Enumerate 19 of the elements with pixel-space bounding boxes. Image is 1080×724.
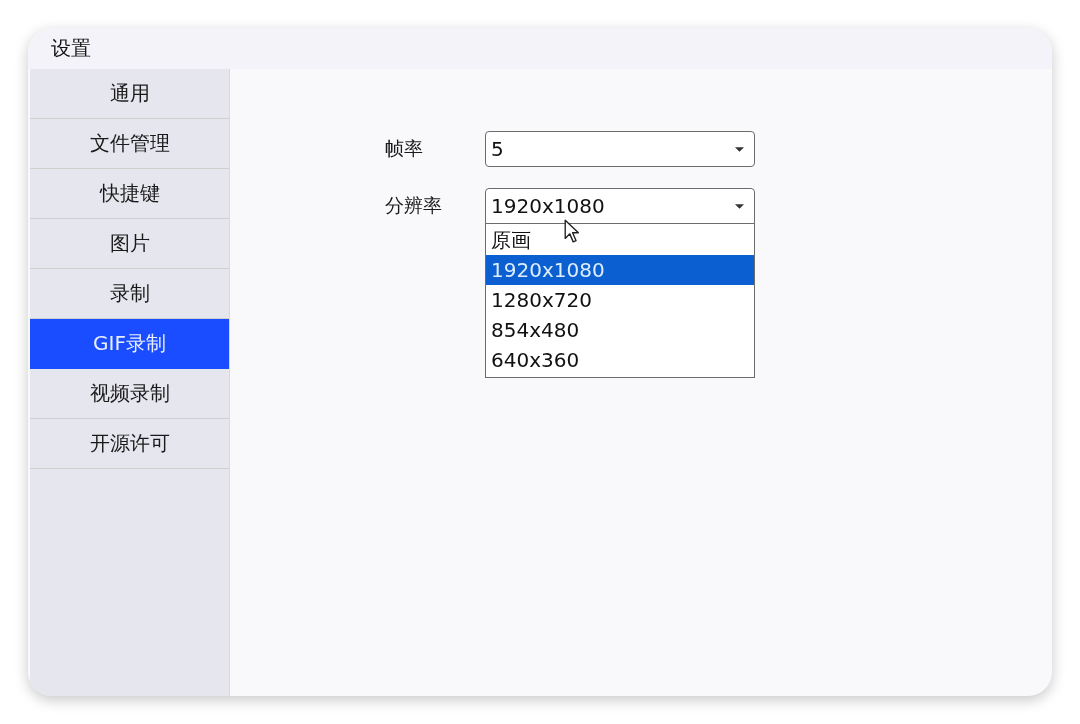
field-label: 帧率 bbox=[385, 136, 424, 161]
sidebar-item[interactable]: 开源许可 bbox=[30, 419, 229, 469]
dropdown-option[interactable]: 1920x1080 bbox=[486, 255, 754, 285]
sidebar-item[interactable]: 快捷键 bbox=[30, 169, 229, 219]
window-title: 设置 bbox=[51, 35, 91, 62]
sidebar-item[interactable]: 视频录制 bbox=[30, 369, 229, 419]
dropdown-option[interactable]: 1280x720 bbox=[486, 285, 754, 315]
sidebar-item[interactable]: 通用 bbox=[30, 69, 229, 119]
sidebar-item[interactable]: 图片 bbox=[30, 219, 229, 269]
caret-icon bbox=[735, 203, 744, 209]
field-label: 分辨率 bbox=[385, 193, 443, 218]
caret-icon bbox=[735, 146, 744, 152]
dropdown-option[interactable]: 原画 bbox=[486, 225, 754, 255]
dropdown-option[interactable]: 854x480 bbox=[486, 315, 754, 345]
dropdown-field[interactable]: 1920x1080 bbox=[485, 188, 755, 224]
dropdown-field[interactable]: 5 bbox=[485, 131, 755, 167]
sidebar-item[interactable]: 文件管理 bbox=[30, 119, 229, 169]
sidebar-item[interactable]: GIF录制 bbox=[30, 319, 229, 369]
dropdown-option[interactable]: 640x360 bbox=[486, 345, 754, 375]
